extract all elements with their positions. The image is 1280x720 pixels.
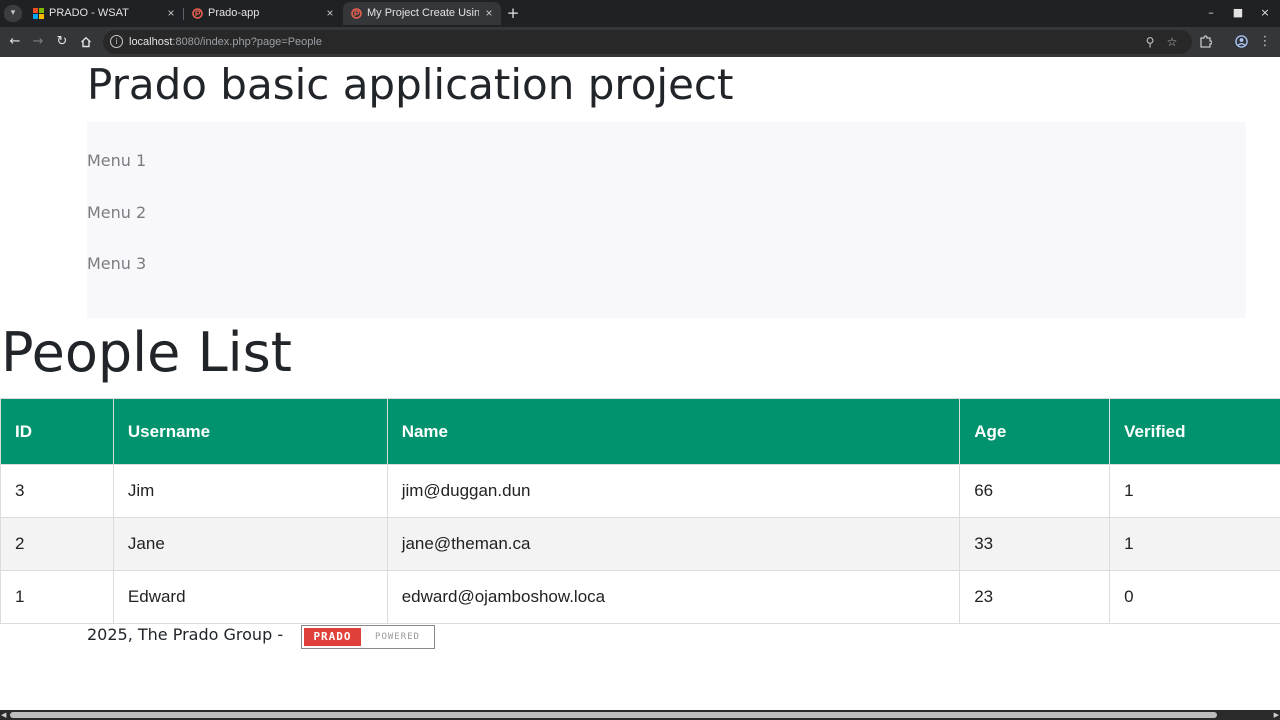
badge-prado-text: PRADO	[304, 628, 361, 646]
reload-icon: ↻	[56, 34, 68, 49]
cell-username: Edward	[112, 570, 388, 624]
cell-username: Jane	[112, 517, 388, 571]
minimize-icon: –	[1208, 6, 1214, 19]
page-content: Prado basic application project Menu 1 M…	[0, 58, 1280, 710]
chevron-down-icon: ▾	[10, 8, 16, 18]
profile-icon	[1234, 35, 1248, 48]
home-button[interactable]	[77, 33, 95, 51]
tab-my-project[interactable]: My Project Create Usin ×	[343, 2, 501, 25]
back-arrow-icon: ←	[9, 34, 21, 49]
puzzle-icon	[1199, 35, 1213, 48]
zoom-icon[interactable]: ⚲	[1143, 35, 1157, 49]
close-window-button[interactable]: ×	[1255, 4, 1275, 22]
cell-name: jim@duggan.dun	[386, 464, 961, 518]
column-header-name: Name	[386, 398, 961, 465]
back-button[interactable]: ←	[6, 33, 24, 51]
tab-strip: ▾ PRADO - WSAT × Prado-app × My Project …	[0, 0, 1280, 27]
cell-age: 33	[959, 517, 1111, 571]
close-icon[interactable]: ×	[483, 2, 495, 25]
url-path: :8080/index.php?page=People	[172, 36, 322, 48]
maximize-icon: ■	[1232, 6, 1244, 19]
prado-powered-badge[interactable]: PRADO POWERED	[301, 625, 435, 649]
cell-id: 2	[0, 517, 114, 571]
cell-name: edward@ojamboshow.loca	[386, 570, 961, 624]
kebab-menu-icon: ⋮	[1258, 34, 1272, 49]
tab-label: My Project Create Usin	[367, 7, 479, 19]
url-host: localhost	[129, 36, 173, 48]
tab-label: PRADO - WSAT	[49, 7, 129, 19]
footer-text: 2025, The Prado Group -	[87, 625, 284, 644]
forward-arrow-icon: →	[32, 34, 44, 49]
column-header-id: ID	[0, 398, 114, 465]
tab-prado-app[interactable]: Prado-app ×	[184, 2, 342, 25]
plus-icon: +	[506, 4, 520, 22]
forward-button[interactable]: →	[29, 33, 47, 51]
badge-powered-text: POWERED	[375, 632, 420, 642]
address-bar[interactable]: i localhost:8080/index.php?page=People ⚲…	[103, 30, 1192, 54]
minimize-button[interactable]: –	[1201, 4, 1221, 22]
new-tab-button[interactable]: +	[505, 4, 521, 22]
profile-button[interactable]	[1232, 33, 1250, 51]
home-icon	[81, 36, 91, 48]
table-row: 3 Jim jim@duggan.dun 66 1	[0, 464, 1280, 518]
page-title: People List	[1, 321, 292, 384]
cell-username: Jim	[112, 464, 388, 518]
menu-item-2[interactable]: Menu 2	[87, 203, 146, 222]
close-icon[interactable]: ×	[165, 2, 177, 25]
maximize-button[interactable]: ■	[1228, 4, 1248, 22]
cell-age: 23	[959, 570, 1111, 624]
cell-name: jane@theman.ca	[386, 517, 961, 571]
cell-verified: 1	[1109, 517, 1280, 571]
info-icon[interactable]: i	[110, 35, 123, 48]
prado-favicon-icon	[192, 8, 203, 19]
column-header-verified: Verified	[1109, 398, 1280, 465]
people-table: ID Username Name Age Verified 3 Jim jim@…	[0, 398, 1280, 624]
cell-verified: 1	[1109, 464, 1280, 518]
column-header-username: Username	[112, 398, 388, 465]
reload-button[interactable]: ↻	[53, 33, 71, 51]
extensions-button[interactable]	[1196, 33, 1214, 51]
scrollbar-thumb[interactable]	[10, 712, 1217, 718]
table-row: 2 Jane jane@theman.ca 33 1	[0, 517, 1280, 571]
tab-prado-wsat[interactable]: PRADO - WSAT ×	[25, 2, 183, 25]
table-row: 1 Edward edward@ojamboshow.loca 23 0	[0, 570, 1280, 624]
star-icon[interactable]: ☆	[1165, 35, 1179, 49]
menu-panel: Menu 1 Menu 2 Menu 3	[87, 122, 1246, 318]
scroll-right-icon[interactable]: ▶	[1274, 710, 1279, 720]
tab-search-button[interactable]: ▾	[4, 5, 22, 22]
browser-menu-button[interactable]: ⋮	[1256, 33, 1274, 51]
cell-id: 3	[0, 464, 114, 518]
scroll-left-icon[interactable]: ◀	[1, 710, 6, 720]
horizontal-scrollbar[interactable]: ◀ ▶	[0, 710, 1280, 720]
url-text[interactable]: localhost:8080/index.php?page=People	[129, 30, 322, 54]
site-title: Prado basic application project	[87, 60, 734, 109]
menu-item-1[interactable]: Menu 1	[87, 151, 146, 170]
browser-toolbar: ← → ↻ i localhost:8080/index.php?page=Pe…	[0, 27, 1280, 57]
close-icon: ×	[1260, 6, 1270, 19]
close-icon[interactable]: ×	[324, 2, 336, 25]
prado-favicon-icon	[351, 8, 362, 19]
cell-age: 66	[959, 464, 1111, 518]
windows-logo-icon	[33, 8, 44, 19]
table-header-row: ID Username Name Age Verified	[0, 398, 1280, 465]
tab-label: Prado-app	[208, 7, 260, 19]
column-header-age: Age	[959, 398, 1111, 465]
cell-verified: 0	[1109, 570, 1280, 624]
cell-id: 1	[0, 570, 114, 624]
menu-item-3[interactable]: Menu 3	[87, 254, 146, 273]
